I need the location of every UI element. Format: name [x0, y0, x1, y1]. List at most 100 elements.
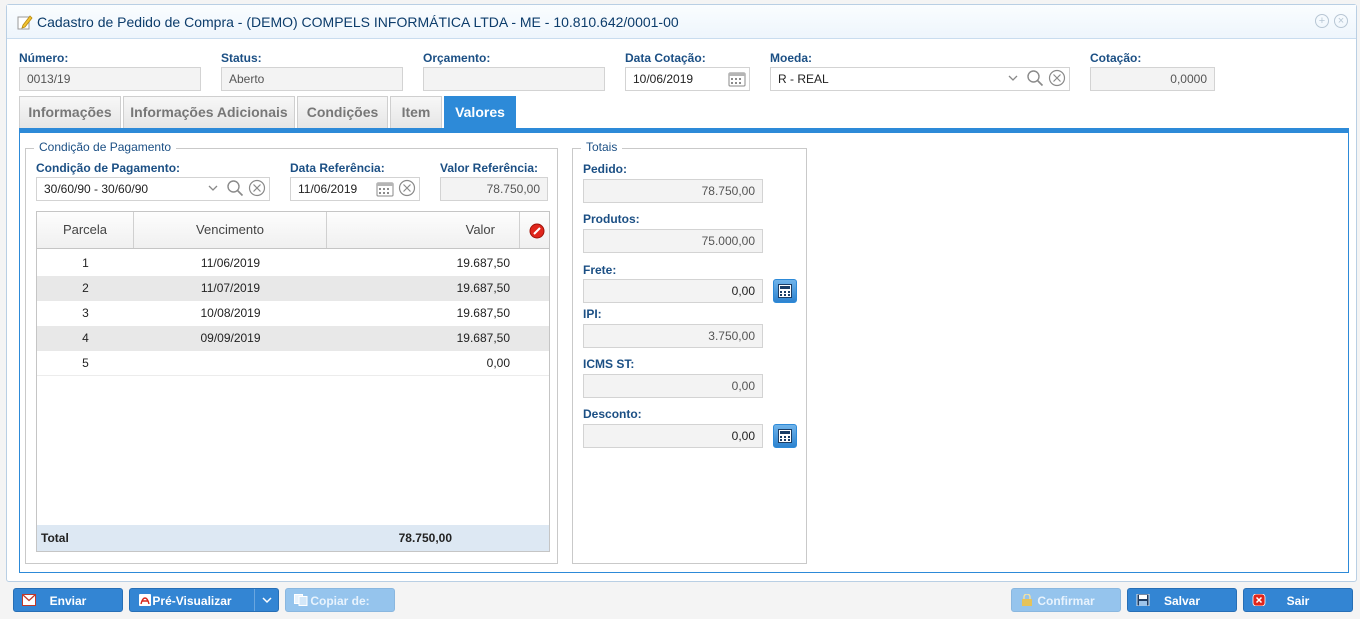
lock-icon [1022, 594, 1032, 606]
tab-valores[interactable]: Valores [444, 96, 516, 128]
calendar-icon[interactable] [728, 71, 746, 87]
close-window-icon[interactable]: × [1334, 14, 1348, 28]
window-title: Cadastro de Pedido de Compra - (DEMO) CO… [37, 14, 679, 30]
chevron-down-icon[interactable] [207, 183, 219, 193]
chevron-down-icon [262, 597, 272, 604]
col-valor[interactable]: Valor [327, 212, 520, 248]
mail-icon [22, 594, 36, 606]
salvar-button[interactable]: Salvar [1127, 588, 1237, 612]
cell-valor: 19.687,50 [456, 256, 510, 270]
cell-parcela: 5 [82, 356, 89, 370]
window: Cadastro de Pedido de Compra - (DEMO) CO… [6, 4, 1357, 582]
tab-informacoes-adicionais[interactable]: Informações Adicionais [123, 96, 295, 128]
icms-st-field: 0,00 [583, 374, 763, 398]
cotacao-label: Cotação: [1090, 51, 1142, 65]
numero-field: 0013/19 [19, 67, 201, 91]
numero-label: Número: [19, 51, 69, 65]
ipi-label: IPI: [583, 307, 602, 321]
exit-icon [1252, 594, 1266, 606]
cell-valor: 0,00 [486, 356, 510, 370]
salvar-label: Salvar [1163, 594, 1201, 608]
calculator-icon [778, 429, 792, 443]
valor-referencia-label: Valor Referência: [440, 161, 539, 175]
enviar-button[interactable]: Enviar [13, 588, 123, 612]
moeda-label: Moeda: [770, 51, 812, 65]
table-row[interactable]: 4 09/09/2019 19.687,50 [37, 326, 549, 351]
data-cotacao-label: Data Cotação: [625, 51, 706, 65]
moeda-select[interactable]: R - REAL [770, 67, 1070, 91]
status-label: Status: [221, 51, 262, 65]
pedido-field: 78.750,00 [583, 179, 763, 203]
totais-group: Totais Pedido: 78.750,00 Produtos: 75.00… [572, 140, 807, 564]
cotacao-field: 0,0000 [1090, 67, 1215, 91]
save-icon [1136, 594, 1150, 606]
clear-icon[interactable] [398, 179, 416, 197]
desconto-input[interactable]: 0,00 [583, 424, 763, 448]
desconto-label: Desconto: [583, 407, 642, 421]
pre-visualizar-dropdown[interactable] [254, 589, 278, 611]
status-field: Aberto [221, 67, 403, 91]
edit-icon [17, 15, 33, 30]
cell-vencimento: 09/09/2019 [200, 331, 261, 345]
table-row[interactable]: 2 11/07/2019 19.687,50 [37, 276, 549, 301]
desconto-calculator-button[interactable] [773, 424, 797, 448]
maximize-icon[interactable]: + [1315, 14, 1329, 28]
pre-visualizar-button[interactable]: Pré-Visualizar [129, 588, 279, 612]
sair-button[interactable]: Sair [1243, 588, 1353, 612]
pagamento-legend: Condição de Pagamento [34, 140, 177, 154]
table-row[interactable]: 3 10/08/2019 19.687,50 [37, 301, 549, 326]
pdf-icon [139, 594, 151, 606]
confirmar-label: Confirmar [1037, 594, 1095, 608]
data-referencia-label: Data Referência: [290, 161, 385, 175]
frete-input[interactable]: 0,00 [583, 279, 763, 303]
valor-referencia-field: 78.750,00 [440, 177, 548, 201]
grid-footer: Total 78.750,00 [37, 525, 549, 551]
frete-label: Frete: [583, 263, 617, 277]
copiar-de-label: Copiar de: [310, 594, 370, 608]
pagamento-group: Condição de Pagamento Condição de Pagame… [25, 140, 558, 564]
parcelas-grid: Parcela Vencimento Valor 1 11/06/2019 19… [36, 211, 550, 552]
pedido-label: Pedido: [583, 162, 627, 176]
condicao-label: Condição de Pagamento: [36, 161, 181, 175]
search-icon[interactable] [226, 179, 244, 197]
total-label: Total [41, 531, 69, 545]
cell-parcela: 3 [82, 306, 89, 320]
copy-icon [294, 594, 308, 606]
produtos-field: 75.000,00 [583, 229, 763, 253]
col-parcela[interactable]: Parcela [37, 212, 134, 248]
total-value: 78.750,00 [398, 531, 452, 545]
tab-condicoes[interactable]: Condições [297, 96, 388, 128]
clear-icon[interactable] [1048, 69, 1066, 87]
tab-panel-valores: Condição de Pagamento Condição de Pagame… [19, 128, 1349, 573]
enviar-label: Enviar [49, 594, 87, 608]
sair-label: Sair [1286, 594, 1310, 608]
calculator-icon [778, 284, 792, 298]
delete-row-icon[interactable] [529, 223, 545, 239]
cell-valor: 19.687,50 [456, 281, 510, 295]
col-vencimento[interactable]: Vencimento [134, 212, 327, 248]
cell-parcela: 1 [82, 256, 89, 270]
icms-st-label: ICMS ST: [583, 357, 635, 371]
ipi-field: 3.750,00 [583, 324, 763, 348]
frete-calculator-button[interactable] [773, 279, 797, 303]
calendar-icon[interactable] [376, 181, 394, 197]
copiar-de-button[interactable]: Copiar de: [285, 588, 395, 612]
tab-informacoes[interactable]: Informações [19, 96, 121, 128]
cell-vencimento: 11/07/2019 [200, 281, 261, 295]
chevron-down-icon[interactable] [1007, 73, 1019, 83]
orcamento-label: Orçamento: [423, 51, 491, 65]
confirmar-button[interactable]: Confirmar [1011, 588, 1121, 612]
cell-parcela: 4 [82, 331, 89, 345]
tab-item[interactable]: Item [390, 96, 442, 128]
totais-legend: Totais [581, 140, 623, 154]
table-row[interactable]: 5 0,00 [37, 351, 549, 376]
search-icon[interactable] [1026, 69, 1044, 87]
cell-vencimento: 11/06/2019 [200, 256, 261, 270]
title-bar: Cadastro de Pedido de Compra - (DEMO) CO… [7, 5, 1356, 39]
clear-icon[interactable] [248, 179, 266, 197]
table-row[interactable]: 1 11/06/2019 19.687,50 [37, 251, 549, 276]
produtos-label: Produtos: [583, 212, 640, 226]
grid-header: Parcela Vencimento Valor [37, 212, 549, 249]
cell-valor: 19.687,50 [456, 331, 510, 345]
cell-valor: 19.687,50 [456, 306, 510, 320]
